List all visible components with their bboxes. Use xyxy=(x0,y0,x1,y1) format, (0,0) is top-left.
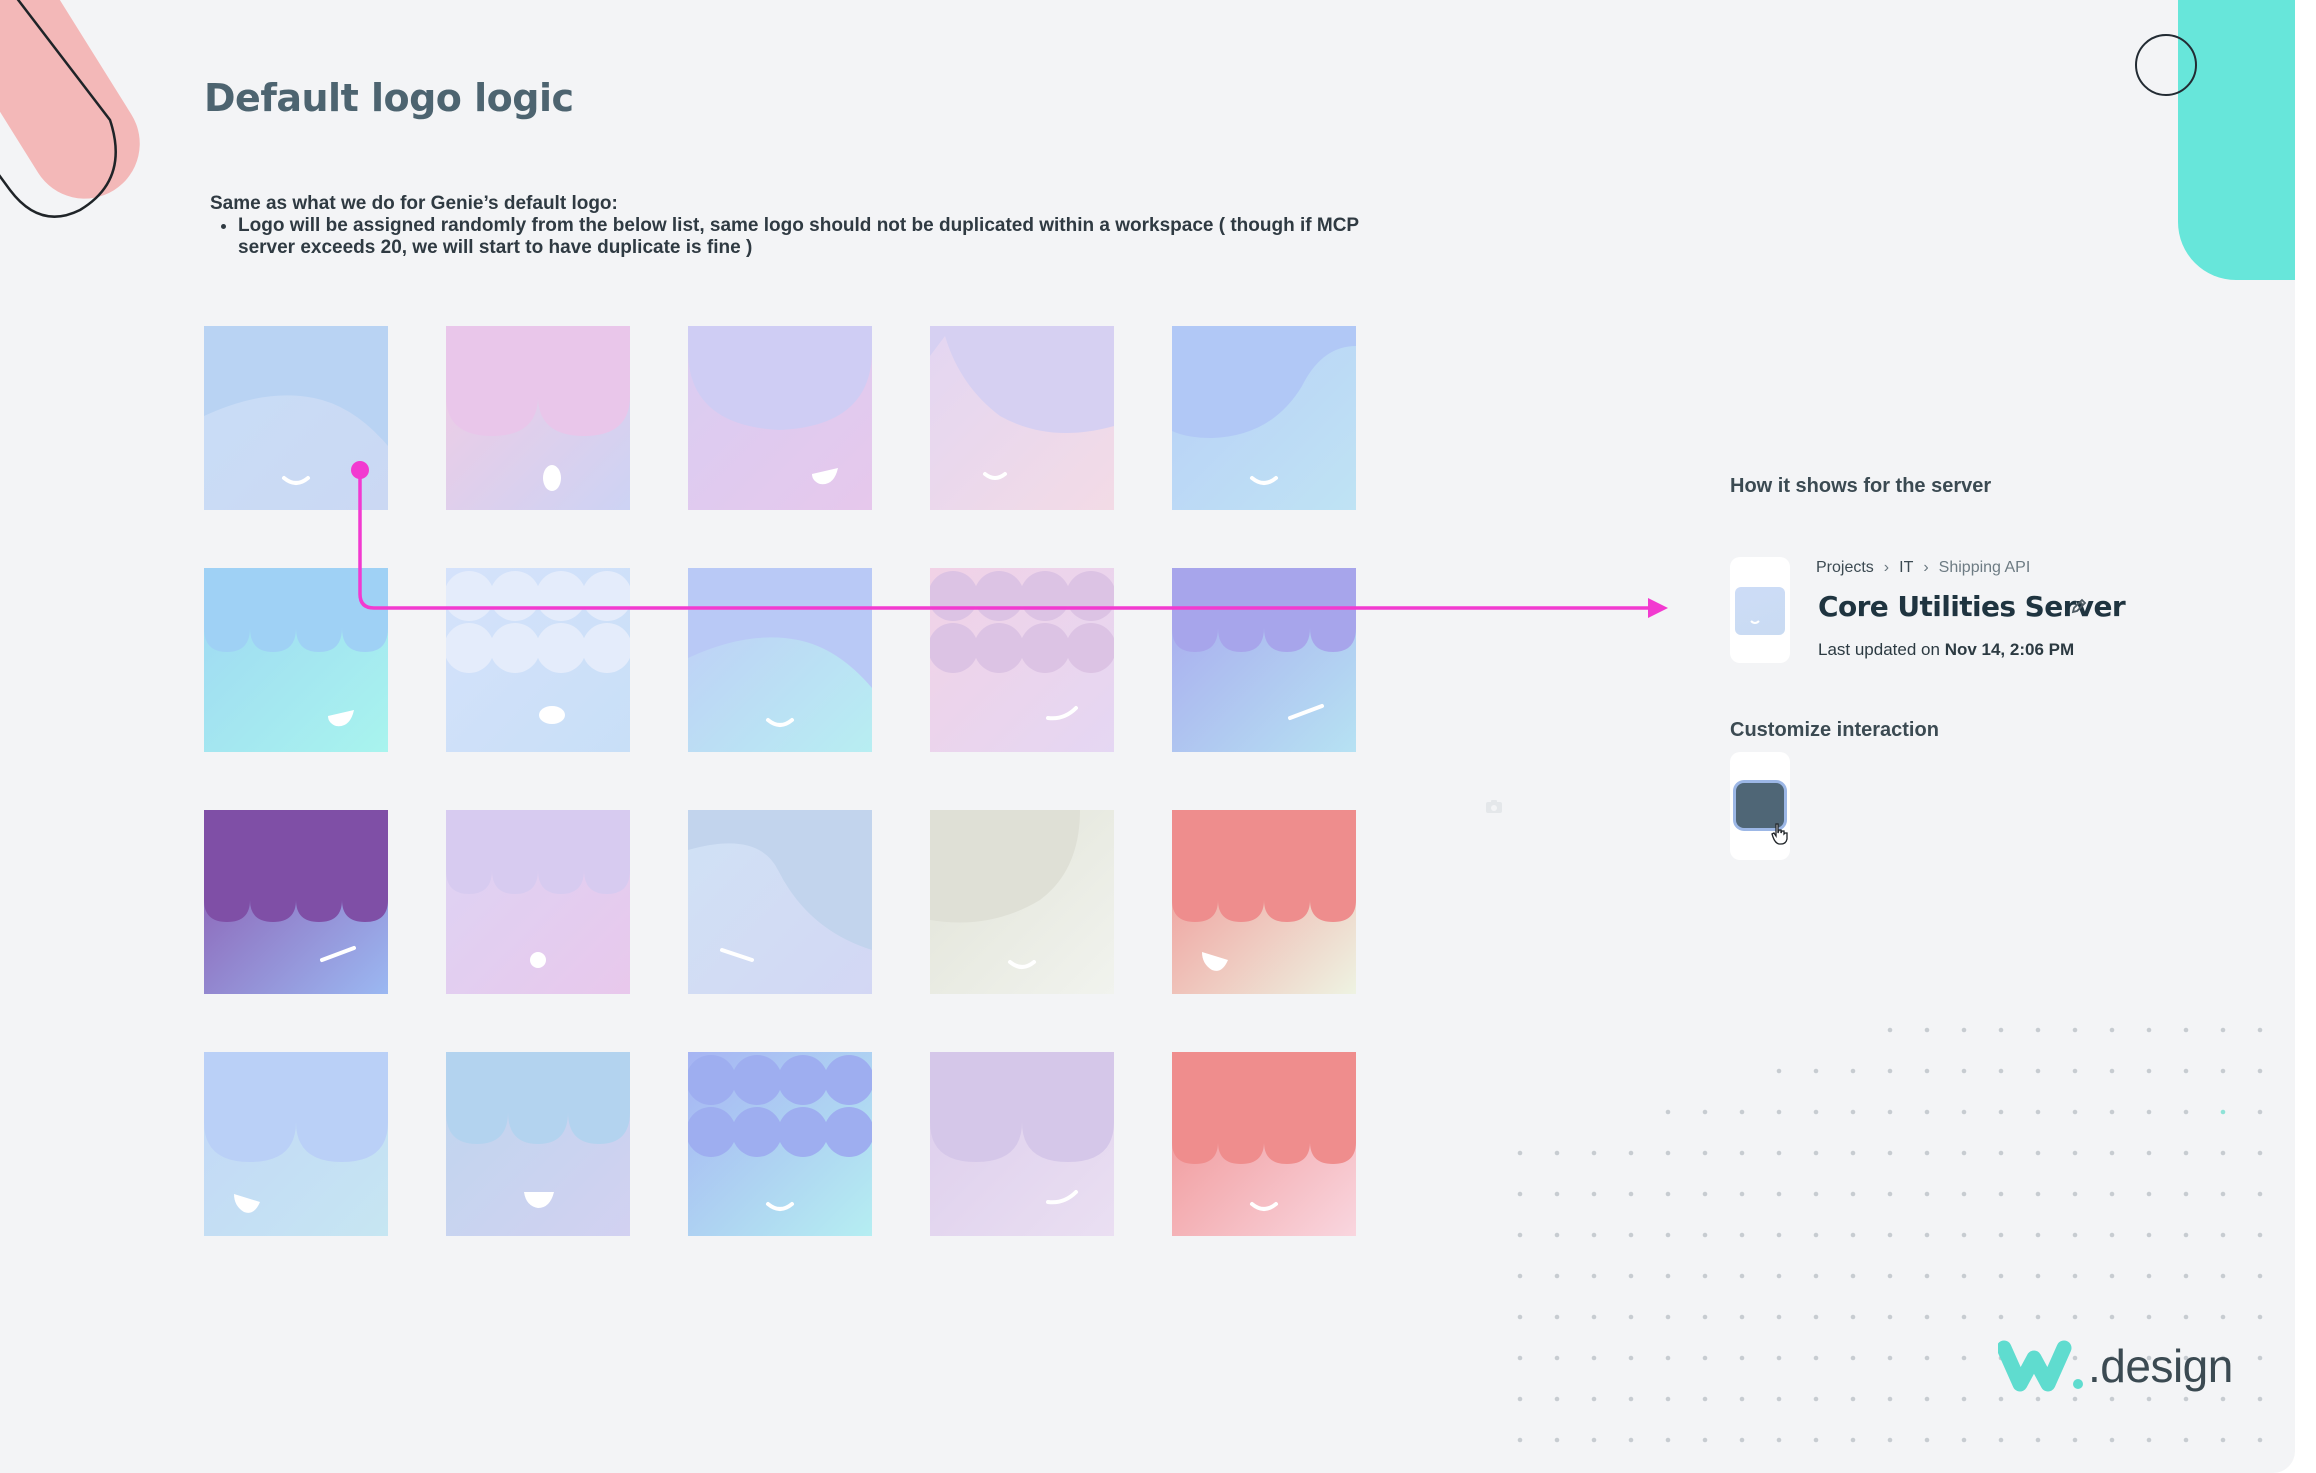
last-updated-prefix: Last updated on xyxy=(1818,640,1940,659)
brand-wordmark: .design xyxy=(2088,1340,2233,1392)
description-list: Logo will be assigned randomly from the … xyxy=(210,215,1360,259)
logo-17[interactable] xyxy=(446,1052,630,1236)
description-bullet: Logo will be assigned randomly from the … xyxy=(238,215,1360,259)
logo-13[interactable] xyxy=(688,810,872,994)
logo-6[interactable] xyxy=(204,568,388,752)
cursor-hand-icon xyxy=(1771,823,1788,845)
logo-19[interactable] xyxy=(930,1052,1114,1236)
breadcrumb: Projects › IT › Shipping API xyxy=(1816,559,2030,577)
camera-icon xyxy=(1486,800,1502,813)
logo-3[interactable] xyxy=(688,326,872,510)
page-title: Default logo logic xyxy=(204,76,574,120)
breadcrumb-separator: › xyxy=(1883,559,1890,576)
server-logo-image xyxy=(1735,587,1785,635)
logo-4[interactable] xyxy=(930,326,1114,510)
slide-canvas: Default logo logic Same as what we do fo… xyxy=(0,0,2295,1473)
pencil-icon[interactable] xyxy=(2069,596,2089,616)
description-intro: Same as what we do for Genie’s default l… xyxy=(210,193,618,214)
brand-logo: .design xyxy=(1998,1336,2233,1396)
logo-9[interactable] xyxy=(930,568,1114,752)
logo-grid xyxy=(204,326,1360,1238)
logo-8[interactable] xyxy=(688,568,872,752)
last-updated-value: Nov 14, 2:06 PM xyxy=(1944,640,2075,659)
logo-7[interactable] xyxy=(446,568,630,752)
decorative-teal-block xyxy=(2178,0,2295,280)
brand-w-logo xyxy=(1998,1340,2083,1392)
logo-11[interactable] xyxy=(204,810,388,994)
logo-10[interactable] xyxy=(1172,568,1356,752)
breadcrumb-item[interactable]: Projects xyxy=(1816,559,1874,577)
breadcrumb-item[interactable]: IT xyxy=(1899,559,1913,577)
logo-16[interactable] xyxy=(204,1052,388,1236)
last-updated: Last updated on Nov 14, 2:06 PM xyxy=(1818,640,2074,660)
logo-15[interactable] xyxy=(1172,810,1356,994)
logo-5[interactable] xyxy=(1172,326,1356,510)
breadcrumb-item[interactable]: Shipping API xyxy=(1939,559,2031,577)
logo-2[interactable] xyxy=(446,326,630,510)
server-preview-heading: How it shows for the server xyxy=(1730,475,1992,497)
description: Same as what we do for Genie’s default l… xyxy=(210,193,1360,259)
logo-12[interactable] xyxy=(446,810,630,994)
decorative-pill-shape xyxy=(0,0,140,218)
logo-18[interactable] xyxy=(688,1052,872,1236)
logo-14[interactable] xyxy=(930,810,1114,994)
server-logo-thumbnail xyxy=(1730,557,1790,663)
breadcrumb-separator: › xyxy=(1923,559,1929,576)
logo-20[interactable] xyxy=(1172,1052,1356,1236)
decorative-ring xyxy=(2135,34,2197,96)
logo-1[interactable] xyxy=(204,326,388,510)
customize-interaction-heading: Customize interaction xyxy=(1730,719,1939,741)
